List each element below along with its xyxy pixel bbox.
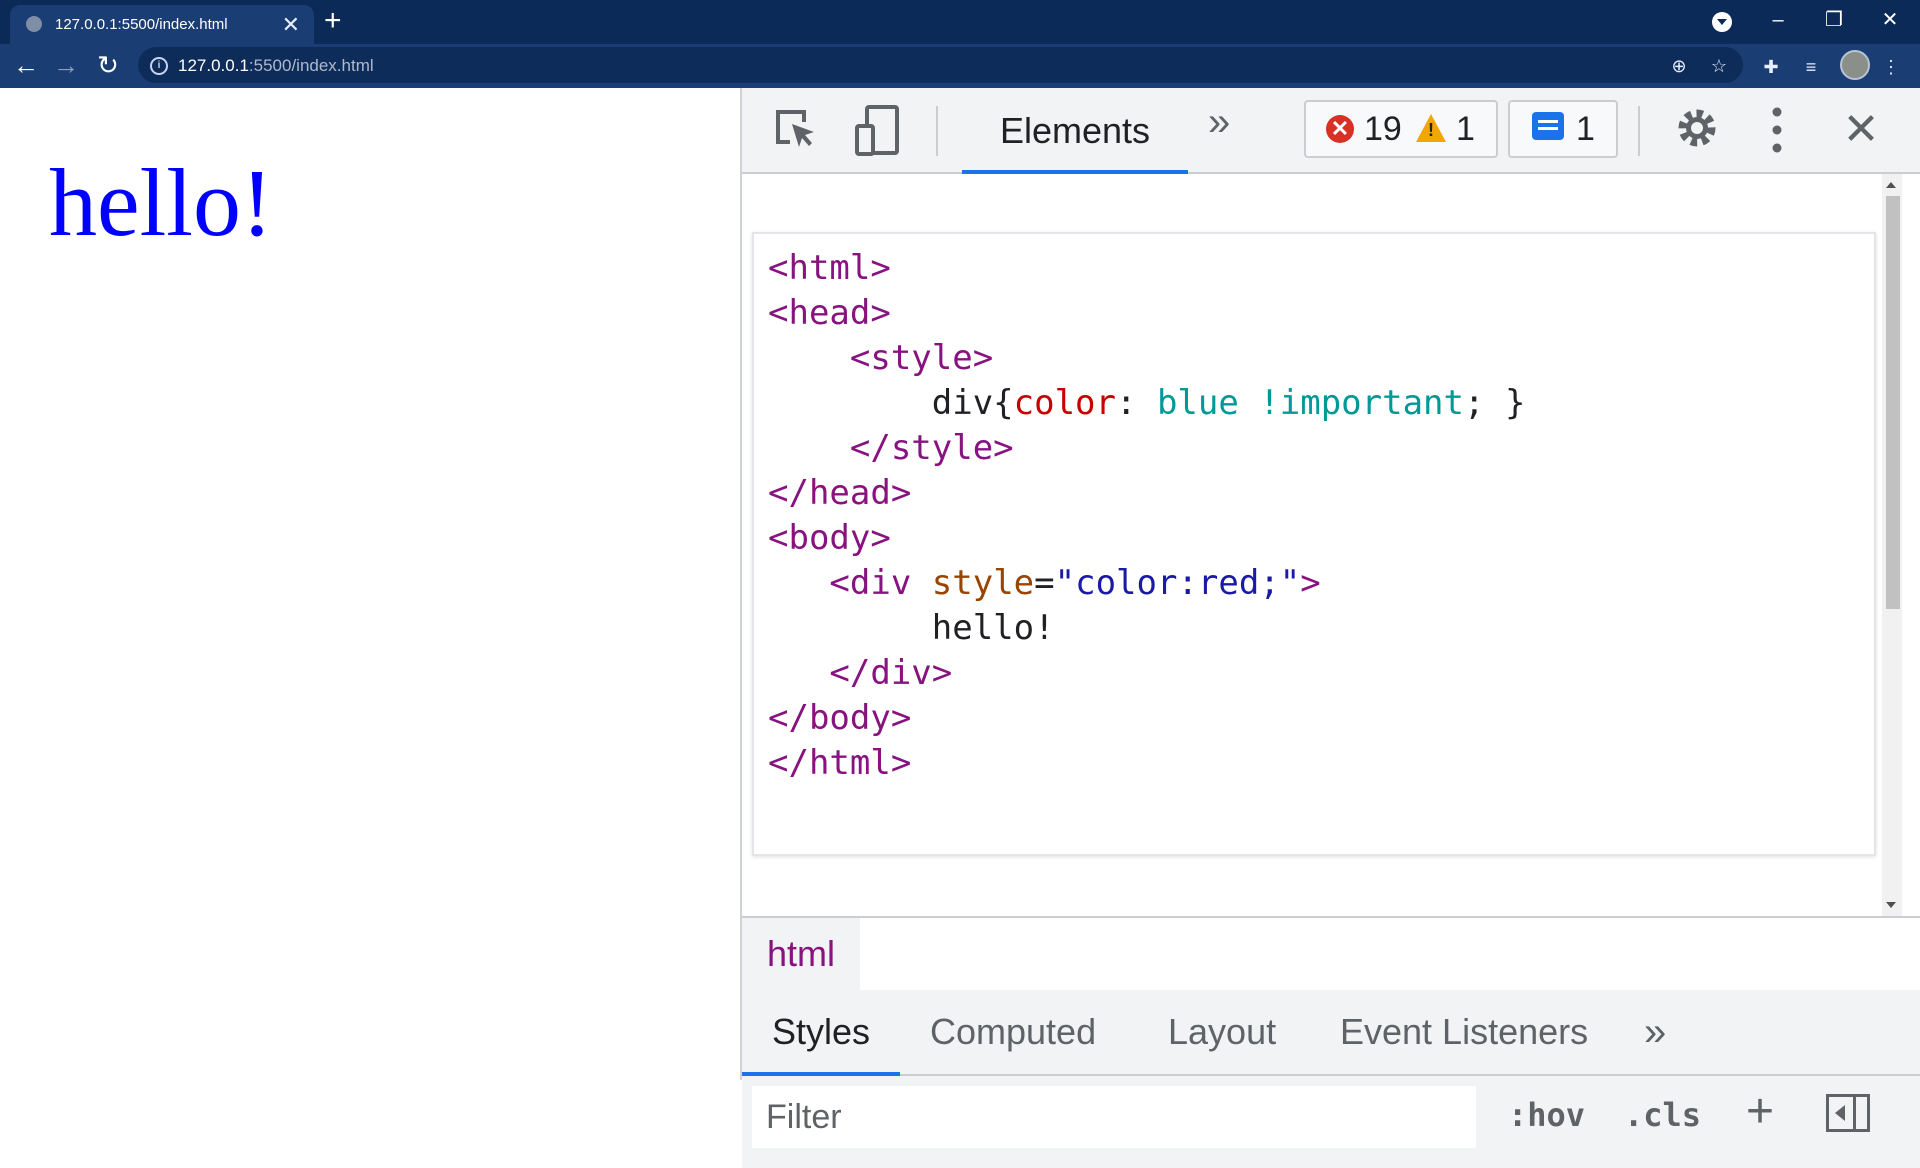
styles-tab-strip: Styles Computed Layout Event Listeners »: [741, 990, 1920, 1076]
message-icon: [1532, 112, 1564, 140]
dom-tree-line[interactable]: <style>: [768, 336, 1874, 381]
dom-tree-line[interactable]: <head>: [768, 291, 1874, 336]
forward-button[interactable]: →: [48, 48, 84, 84]
devtools-panel: Elements » ✕ 19 1 1 ✕ <html><head> <styl…: [740, 88, 1920, 1168]
dom-tree-line[interactable]: </html>: [768, 741, 1874, 786]
dom-tree-line[interactable]: div{color: blue !important; }: [768, 381, 1874, 426]
toggle-sidebar-icon[interactable]: [1826, 1094, 1870, 1132]
tab-close-icon[interactable]: ✕: [282, 12, 300, 38]
dom-tree-line[interactable]: <div style="color:red;">: [768, 561, 1874, 606]
bookmark-star-icon[interactable]: ☆: [1708, 55, 1730, 77]
warning-icon: [1416, 114, 1446, 142]
error-icon: ✕: [1326, 115, 1354, 143]
restore-button[interactable]: ❐: [1806, 0, 1862, 44]
messages-counter[interactable]: 1: [1508, 100, 1618, 158]
tab-elements[interactable]: Elements: [962, 88, 1188, 174]
dom-tree-line[interactable]: </body>: [768, 696, 1874, 741]
error-count: 19: [1364, 110, 1402, 148]
reload-button[interactable]: ↻: [90, 48, 126, 84]
hello-text: hello!: [49, 149, 273, 256]
globe-icon: [26, 16, 42, 32]
settings-gear-icon[interactable]: [1672, 104, 1722, 154]
code-snippet: <html> <head> <style> div{color: blue !im…: [752, 232, 1876, 856]
issues-counter[interactable]: ✕ 19 1: [1304, 100, 1498, 158]
breadcrumb-item-html[interactable]: html: [742, 918, 860, 990]
media-control-icon[interactable]: ≡: [1800, 56, 1822, 78]
filter-input[interactable]: Filter: [752, 1086, 1476, 1148]
browser-tab-strip: 127.0.0.1:5500/index.html ✕ + – ❐ ✕: [0, 0, 1920, 44]
styles-filter-bar: Filter :hov .cls +: [742, 1076, 1920, 1168]
menu-kebab-icon[interactable]: ⋮: [1880, 56, 1902, 78]
dom-tree[interactable]: <html> <head> <style> div{color: blue !im…: [754, 234, 1874, 786]
dom-tree-line[interactable]: hello!: [768, 606, 1874, 651]
new-tab-button[interactable]: +: [324, 5, 342, 37]
zoom-icon[interactable]: ⊕: [1668, 55, 1690, 77]
browser-tab[interactable]: 127.0.0.1:5500/index.html ✕: [10, 5, 314, 44]
extensions-icon[interactable]: ✚: [1760, 56, 1782, 78]
message-count: 1: [1576, 110, 1595, 148]
window-close-button[interactable]: ✕: [1862, 0, 1918, 44]
address-bar[interactable]: i 127.0.0.1:5500/index.html ⊕ ☆: [138, 47, 1743, 83]
dom-tree-line[interactable]: <html>: [768, 246, 1874, 291]
dom-tree-line[interactable]: </div>: [768, 651, 1874, 696]
cls-toggle[interactable]: .cls: [1624, 1096, 1701, 1134]
warning-count: 1: [1456, 110, 1475, 148]
inspect-element-icon[interactable]: [770, 106, 820, 156]
info-icon[interactable]: i: [150, 57, 168, 75]
hov-toggle[interactable]: :hov: [1508, 1096, 1585, 1134]
tab-event-listeners[interactable]: Event Listeners: [1340, 990, 1588, 1074]
dom-tree-line[interactable]: </head>: [768, 471, 1874, 516]
tab-layout[interactable]: Layout: [1168, 990, 1276, 1074]
back-button[interactable]: ←: [8, 48, 44, 84]
device-toolbar-icon[interactable]: [852, 104, 902, 158]
new-style-rule-icon[interactable]: +: [1746, 1084, 1774, 1139]
url-text[interactable]: 127.0.0.1:5500/index.html: [178, 56, 374, 76]
tab-styles[interactable]: Styles: [741, 990, 901, 1076]
customize-kebab-icon[interactable]: [1762, 102, 1792, 158]
styles-more-tabs-icon[interactable]: »: [1644, 990, 1666, 1074]
dom-tree-line[interactable]: </style>: [768, 426, 1874, 471]
more-tabs-icon[interactable]: »: [1208, 100, 1230, 145]
close-devtools-icon[interactable]: ✕: [1836, 100, 1886, 160]
elements-tree-area: <html> <head> <style> div{color: blue !im…: [744, 174, 1902, 916]
tab-search-icon[interactable]: [1712, 12, 1732, 32]
tab-computed[interactable]: Computed: [930, 990, 1096, 1074]
tab-title: 127.0.0.1:5500/index.html: [55, 16, 228, 33]
page-viewport: hello!: [0, 88, 740, 1080]
profile-avatar[interactable]: [1840, 50, 1870, 80]
breadcrumb: html: [742, 916, 1920, 992]
elements-scrollbar[interactable]: [1882, 174, 1902, 916]
browser-toolbar: ← → ↻ i 127.0.0.1:5500/index.html ⊕ ☆ ✚ …: [0, 44, 1920, 88]
devtools-toolbar: Elements » ✕ 19 1 1 ✕: [742, 88, 1920, 174]
minimize-button[interactable]: –: [1750, 0, 1806, 44]
dom-tree-line[interactable]: <body>: [768, 516, 1874, 561]
